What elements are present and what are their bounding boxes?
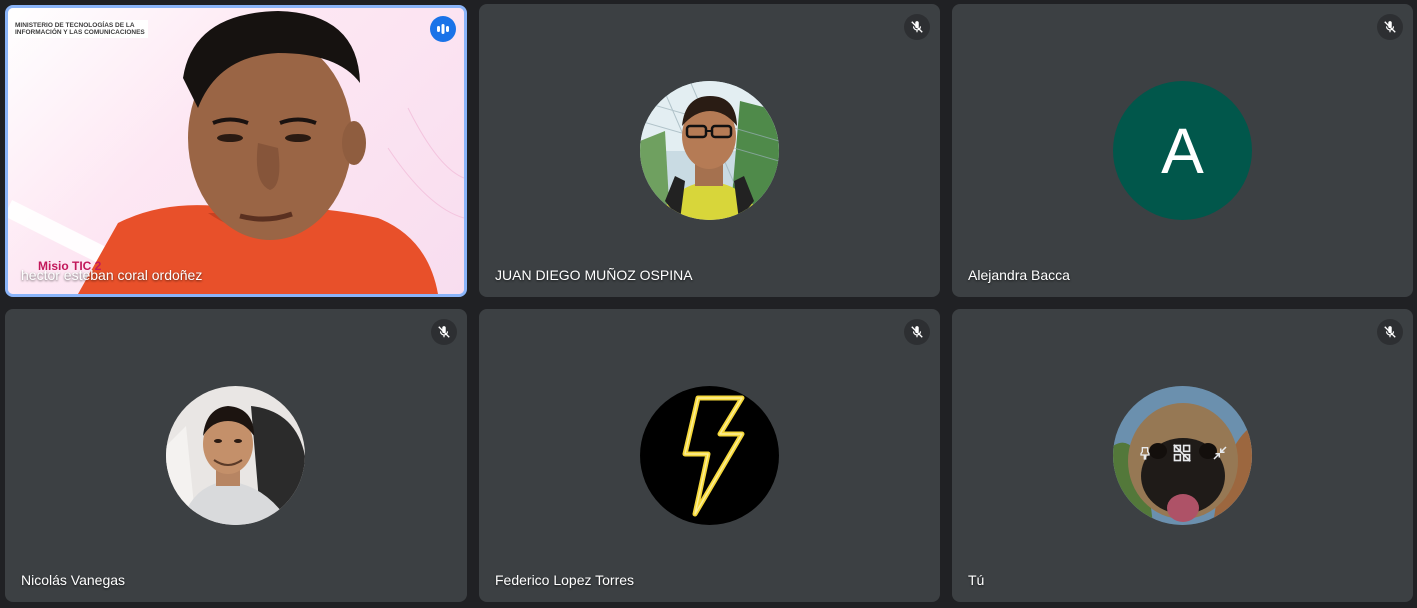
microphone-off-icon[interactable]	[1377, 319, 1403, 345]
participant-name: Federico Lopez Torres	[495, 572, 635, 588]
participant-name: Tú	[968, 572, 985, 588]
person-video-illustration	[8, 11, 464, 294]
participant-tile-nicolas[interactable]: Nicolás Vanegas	[5, 309, 467, 602]
speaking-indicator-icon	[430, 16, 456, 42]
participant-tile-self[interactable]: Tú	[952, 309, 1413, 602]
microphone-off-icon[interactable]	[904, 14, 930, 40]
avatar: A	[1113, 81, 1252, 220]
participant-name: Alejandra Bacca	[968, 267, 1070, 283]
microphone-off-icon[interactable]	[431, 319, 457, 345]
participant-tile-juan-diego[interactable]: JUAN DIEGO MUÑOZ OSPINA	[479, 4, 940, 297]
ministry-label: MINISTERIO DE TECNOLOGÍAS DE LA INFORMAC…	[12, 20, 148, 38]
avatar	[1113, 386, 1252, 525]
participant-tile-federico[interactable]: Federico Lopez Torres	[479, 309, 940, 602]
participant-name: Nicolás Vanegas	[21, 572, 126, 588]
microphone-off-icon[interactable]	[904, 319, 930, 345]
tile-hover-actions	[1113, 386, 1252, 525]
lightning-bolt-icon	[640, 386, 779, 525]
microphone-off-icon[interactable]	[1377, 14, 1403, 40]
avatar	[640, 81, 779, 220]
participant-tile-hector[interactable]: MINISTERIO DE TECNOLOGÍAS DE LA INFORMAC…	[5, 5, 467, 297]
remove-tile-icon[interactable]	[1172, 443, 1192, 468]
participant-name: JUAN DIEGO MUÑOZ OSPINA	[495, 267, 693, 283]
avatar	[166, 386, 305, 525]
video-feed	[8, 8, 464, 294]
pin-icon[interactable]	[1137, 444, 1153, 467]
participant-tile-alejandra[interactable]: A Alejandra Bacca	[952, 4, 1413, 297]
participant-name: hector esteban coral ordoñez	[21, 267, 203, 283]
minimize-icon[interactable]	[1211, 444, 1229, 467]
